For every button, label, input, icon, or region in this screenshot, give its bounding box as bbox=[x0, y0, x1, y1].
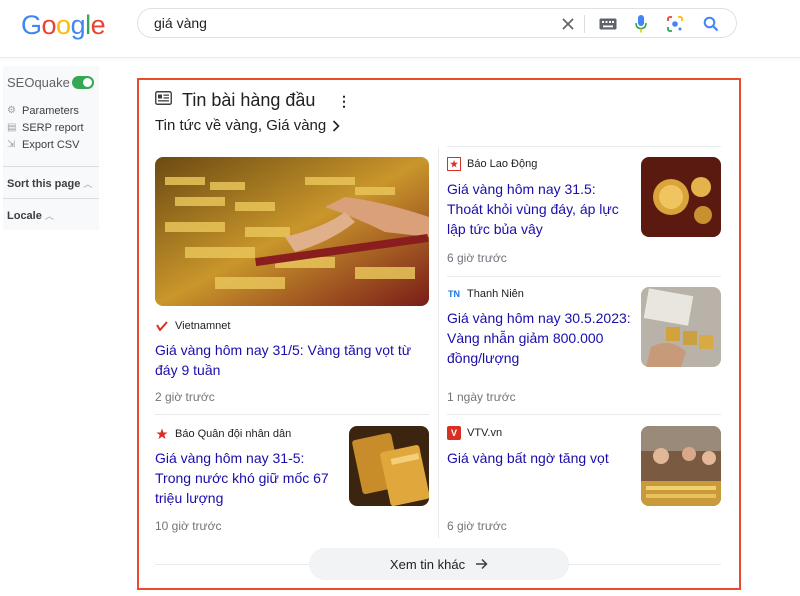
more-news-label: Xem tin khác bbox=[389, 556, 466, 572]
story-headline[interactable]: Giá vàng hôm nay 31-5: Trong nước khó gi… bbox=[155, 448, 341, 508]
source-label: ★ Báo Lao Động bbox=[447, 157, 537, 171]
report-icon: ▤ bbox=[7, 122, 17, 133]
keyboard-icon[interactable] bbox=[599, 15, 617, 33]
chevron-up-icon: ︿ bbox=[44, 211, 54, 221]
sort-this-page-toggle[interactable]: Sort this page ︿ bbox=[7, 177, 92, 190]
arrow-right-icon bbox=[476, 558, 488, 570]
more-options-icon[interactable]: ⋮ bbox=[337, 94, 351, 110]
story-headline[interactable]: Giá vàng hôm nay 31.5: Thoát khỏi vùng đ… bbox=[447, 179, 633, 239]
news-icon bbox=[155, 91, 172, 110]
story-time: 10 giờ trước bbox=[155, 519, 222, 533]
seoquake-toggle[interactable] bbox=[72, 76, 94, 89]
source-label: V VTV.vn bbox=[447, 426, 502, 440]
story-thumbnail[interactable] bbox=[641, 426, 721, 506]
google-logo[interactable]: Google bbox=[21, 10, 106, 41]
sort-label: Sort this page bbox=[7, 178, 81, 190]
top-stories-box: Tin bài hàng đầu ⋮ Tin tức về vàng, Giá … bbox=[137, 78, 741, 590]
featured-story-headline[interactable]: Giá vàng hôm nay 31/5: Vàng tăng vọt từ … bbox=[155, 340, 425, 380]
seoquake-title: SEOquake bbox=[7, 75, 70, 90]
source-name: Báo Quân đội nhân dân bbox=[175, 428, 292, 440]
divider bbox=[155, 414, 429, 415]
search-icon[interactable] bbox=[702, 15, 720, 33]
column-divider bbox=[438, 148, 439, 538]
story-thumbnail[interactable] bbox=[641, 287, 721, 367]
qdnd-logo-icon bbox=[155, 427, 169, 441]
mic-icon[interactable] bbox=[632, 15, 650, 33]
vtv-logo-icon: V bbox=[447, 426, 461, 440]
source-label: Báo Quân đội nhân dân bbox=[155, 427, 291, 441]
logo-letter: e bbox=[90, 10, 106, 40]
seoquake-item-label: SERP report bbox=[22, 122, 84, 134]
divider bbox=[447, 414, 721, 415]
locale-toggle[interactable]: Locale ︿ bbox=[7, 209, 54, 222]
vietnamnet-logo-icon bbox=[155, 319, 169, 333]
more-news-button[interactable]: Xem tin khác bbox=[309, 548, 569, 580]
seoquake-item-parameters[interactable]: ⚙ Parameters bbox=[7, 104, 79, 118]
search-box[interactable] bbox=[137, 8, 737, 38]
divider bbox=[447, 276, 721, 277]
lao-dong-logo-icon: ★ bbox=[447, 157, 461, 171]
divider bbox=[3, 198, 99, 199]
thanh-nien-logo-icon: TN bbox=[448, 289, 460, 299]
seoquake-item-serp-report[interactable]: ▤ SERP report bbox=[7, 121, 84, 135]
chevron-up-icon: ︿ bbox=[83, 179, 93, 189]
story-time: 1 ngày trước bbox=[447, 390, 516, 404]
seoquake-panel: SEOquake ⚙ Parameters ▤ SERP report ⇲ Ex… bbox=[3, 66, 99, 230]
story-thumbnail[interactable] bbox=[641, 157, 721, 237]
gear-icon: ⚙ bbox=[7, 105, 16, 116]
logo-letter: G bbox=[21, 10, 42, 40]
lens-icon[interactable] bbox=[666, 15, 684, 33]
source-name: Báo Lao Động bbox=[467, 158, 538, 170]
divider bbox=[3, 166, 99, 167]
search-input[interactable] bbox=[154, 13, 534, 33]
subtitle-text: Tin tức về vàng, Giá vàng bbox=[155, 117, 327, 134]
story-time: 2 giờ trước bbox=[155, 390, 215, 404]
header: Google bbox=[0, 0, 800, 58]
story-thumbnail[interactable] bbox=[349, 426, 429, 506]
featured-story-image[interactable] bbox=[155, 157, 429, 306]
story-time: 6 giờ trước bbox=[447, 251, 507, 265]
source-name: VTV.vn bbox=[467, 427, 503, 439]
export-icon: ⇲ bbox=[7, 139, 16, 150]
locale-label: Locale bbox=[7, 210, 42, 222]
logo-letter: o bbox=[56, 10, 71, 40]
search-divider bbox=[584, 15, 585, 33]
top-stories-header: Tin bài hàng đầu bbox=[155, 90, 315, 111]
logo-letter: o bbox=[41, 10, 57, 40]
story-headline[interactable]: Giá vàng hôm nay 30.5.2023: Vàng nhẫn gi… bbox=[447, 308, 633, 368]
top-stories-subtitle-link[interactable]: Tin tức về vàng, Giá vàng bbox=[155, 117, 340, 134]
story-time: 6 giờ trước bbox=[447, 519, 507, 533]
seoquake-item-label: Export CSV bbox=[22, 139, 80, 151]
source-label: TN Thanh Niên bbox=[447, 287, 524, 301]
logo-letter: g bbox=[70, 10, 86, 40]
close-icon[interactable] bbox=[559, 15, 577, 33]
chevron-right-icon bbox=[333, 119, 340, 132]
seoquake-item-export-csv[interactable]: ⇲ Export CSV bbox=[7, 138, 79, 152]
source-name: Thanh Niên bbox=[467, 288, 524, 300]
story-headline[interactable]: Giá vàng bất ngờ tăng vọt bbox=[447, 448, 633, 468]
source-label: Vietnamnet bbox=[155, 319, 230, 333]
seoquake-item-label: Parameters bbox=[22, 105, 79, 117]
top-stories-title: Tin bài hàng đầu bbox=[182, 90, 316, 110]
divider bbox=[447, 146, 721, 147]
source-name: Vietnamnet bbox=[175, 320, 231, 332]
